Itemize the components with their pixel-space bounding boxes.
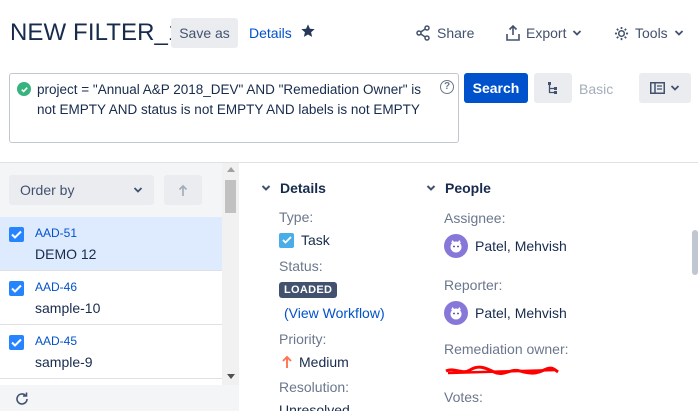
sort-direction-button[interactable] bbox=[164, 175, 202, 205]
status-label: Status: bbox=[279, 258, 323, 274]
priority-label: Priority: bbox=[279, 331, 327, 347]
issue-summary: sample-10 bbox=[35, 300, 101, 316]
scroll-thumb[interactable] bbox=[225, 180, 236, 213]
assignee-label: Assignee: bbox=[444, 210, 506, 226]
checkbox[interactable] bbox=[9, 227, 24, 242]
chevron-down-icon bbox=[674, 30, 683, 36]
chevron-down-icon bbox=[133, 187, 143, 193]
list-toolbar: Order by bbox=[0, 163, 222, 217]
list-item[interactable]: AAD-51 DEMO 12 bbox=[0, 217, 222, 271]
issue-key-link[interactable]: AAD-51 bbox=[35, 226, 77, 240]
save-as-button[interactable]: Save as bbox=[171, 18, 238, 48]
avatar bbox=[444, 301, 468, 325]
list-scrollbar[interactable] bbox=[222, 163, 239, 385]
export-label: Export bbox=[526, 25, 567, 41]
assignee-value[interactable]: Patel, Mehvish bbox=[444, 234, 567, 258]
issue-key-link[interactable]: AAD-45 bbox=[35, 334, 77, 348]
help-icon[interactable]: ? bbox=[440, 80, 454, 94]
type-text: Task bbox=[301, 232, 330, 248]
issue-summary: sample-9 bbox=[35, 354, 93, 370]
resolution-label: Resolution: bbox=[279, 379, 350, 395]
resolution-value: Unresolved bbox=[279, 402, 350, 411]
chevron-down-icon bbox=[573, 30, 582, 36]
share-label: Share bbox=[437, 25, 475, 41]
avatar-icon bbox=[450, 307, 462, 320]
list-footer bbox=[0, 385, 239, 411]
assignee-name: Patel, Mehvish bbox=[475, 238, 567, 254]
order-by-label: Order by bbox=[20, 182, 75, 198]
reporter-name: Patel, Mehvish bbox=[475, 305, 567, 321]
refresh-icon[interactable] bbox=[14, 391, 30, 407]
issue-summary: DEMO 12 bbox=[35, 246, 97, 262]
check-circle-icon bbox=[17, 82, 31, 96]
priority-value: Medium bbox=[282, 354, 349, 370]
issue-key-link[interactable]: AAD-46 bbox=[35, 280, 77, 294]
jql-query-field[interactable]: project = "Annual A&P 2018_DEV" AND "Rem… bbox=[9, 73, 459, 143]
chevron-down-icon bbox=[260, 182, 272, 194]
checkbox[interactable] bbox=[9, 335, 24, 350]
tools-button[interactable]: Tools bbox=[614, 23, 684, 43]
list-item[interactable]: AAD-45 sample-9 bbox=[0, 325, 222, 379]
search-button[interactable]: Search bbox=[464, 73, 528, 103]
chevron-down-icon bbox=[425, 182, 437, 194]
basic-search-link[interactable]: Basic bbox=[579, 81, 613, 97]
layout-icon bbox=[650, 82, 665, 94]
chevron-down-icon bbox=[670, 85, 680, 91]
page-title: NEW FILTER_1 bbox=[10, 19, 182, 46]
order-by-dropdown[interactable]: Order by bbox=[9, 175, 154, 205]
gear-icon bbox=[614, 26, 629, 40]
details-link[interactable]: Details bbox=[249, 25, 292, 41]
reporter-label: Reporter: bbox=[444, 277, 503, 293]
scroll-down-arrow[interactable] bbox=[227, 374, 235, 379]
checkbox[interactable] bbox=[9, 281, 24, 296]
sort-up-icon bbox=[178, 184, 188, 196]
task-icon bbox=[279, 232, 294, 248]
status-badge: LOADED bbox=[279, 282, 338, 298]
priority-text: Medium bbox=[299, 354, 349, 370]
redacted-remediation-owner bbox=[445, 365, 559, 376]
people-heading: People bbox=[445, 180, 491, 196]
avatar-icon bbox=[450, 240, 462, 253]
tree-toggle-button[interactable] bbox=[534, 73, 572, 103]
share-button[interactable]: Share bbox=[415, 23, 474, 43]
issue-list-panel: Order by AAD-51 DEMO 12 AAD-46 sample-10… bbox=[0, 163, 239, 411]
remediation-owner-label: Remediation owner: bbox=[444, 341, 569, 357]
votes-label: Votes: bbox=[444, 389, 483, 405]
type-value: Task bbox=[279, 232, 330, 248]
details-scrollbar[interactable] bbox=[692, 230, 698, 275]
priority-medium-icon bbox=[282, 355, 292, 368]
details-heading: Details bbox=[280, 180, 326, 196]
details-section-toggle[interactable]: Details bbox=[260, 180, 326, 196]
list-item[interactable]: AAD-46 sample-10 bbox=[0, 271, 222, 325]
tools-label: Tools bbox=[635, 25, 668, 41]
layout-switcher-button[interactable] bbox=[639, 73, 691, 103]
export-button[interactable]: Export bbox=[506, 23, 582, 43]
view-workflow-link[interactable]: (View Workflow) bbox=[284, 305, 385, 321]
people-section-toggle[interactable]: People bbox=[425, 180, 491, 196]
share-icon bbox=[416, 25, 430, 41]
avatar bbox=[444, 234, 468, 258]
scroll-up-arrow[interactable] bbox=[227, 167, 235, 172]
tree-icon bbox=[548, 82, 557, 94]
type-label: Type: bbox=[279, 209, 314, 225]
export-icon bbox=[506, 25, 520, 41]
jql-query-text[interactable]: project = "Annual A&P 2018_DEV" AND "Rem… bbox=[37, 80, 427, 120]
star-icon[interactable] bbox=[300, 23, 316, 39]
reporter-value[interactable]: Patel, Mehvish bbox=[444, 301, 567, 325]
